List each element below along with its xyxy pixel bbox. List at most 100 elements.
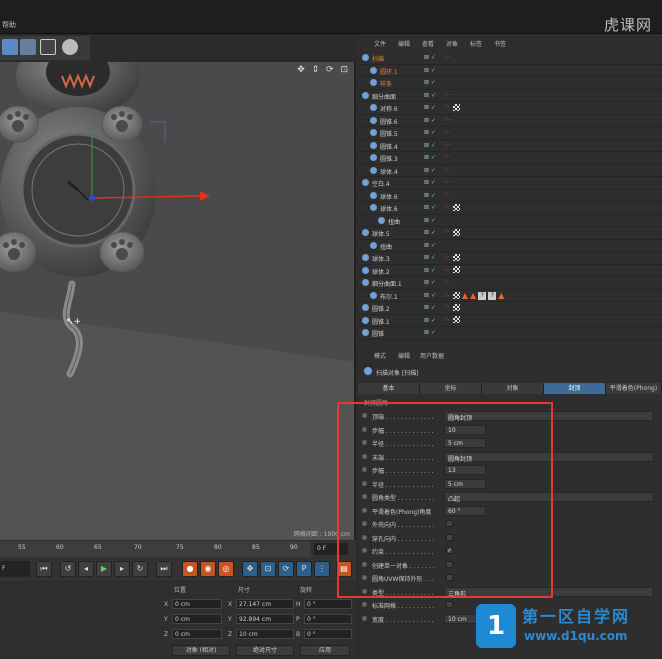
parameter-checkbox[interactable]: [446, 520, 453, 527]
object-name[interactable]: 圆锥.5: [380, 129, 398, 138]
visibility-toggles[interactable]: ⊠ ✓: [424, 67, 436, 74]
object-row[interactable]: 圆锥.2 ⊠ ✓ ⁘: [358, 302, 662, 315]
object-name[interactable]: 圆锥.2: [372, 304, 390, 313]
animate-dot-icon[interactable]: [362, 494, 367, 499]
object-name[interactable]: 细分曲面.1: [372, 279, 402, 288]
material-tag-icon[interactable]: [452, 228, 460, 236]
object-row[interactable]: 细分曲面.1 ⊠ ✓ ⁘: [358, 277, 662, 290]
object-tags[interactable]: ⁘: [444, 253, 460, 261]
object-name[interactable]: 对称.6: [380, 104, 398, 113]
animate-dot-icon[interactable]: [362, 548, 367, 553]
object-name[interactable]: 球体.6: [380, 192, 398, 201]
object-row[interactable]: 布尔.1 ⊠ ✓ ⁘ ▲ ▲?? ▲: [358, 290, 662, 302]
prev-key-icon[interactable]: ↺: [60, 561, 76, 577]
object-row[interactable]: 圆环.1 ⊠ ✓: [358, 65, 662, 77]
object-tags[interactable]: ⁘: [444, 128, 450, 136]
object-name[interactable]: 样条: [380, 79, 392, 88]
animate-dot-icon[interactable]: [362, 534, 367, 540]
visibility-toggles[interactable]: ⊠ ✓: [424, 254, 436, 261]
position-y-field[interactable]: 0 cm: [172, 614, 222, 624]
rotation-key-icon[interactable]: ⟳: [278, 561, 294, 577]
object-tags[interactable]: ⁘: [444, 191, 450, 199]
object-row[interactable]: 球体.4 ⊠ ✓ ⁘: [358, 165, 662, 177]
help-menu[interactable]: 帮助: [2, 20, 16, 30]
material-tag-icon[interactable]: [452, 316, 460, 323]
object-name[interactable]: 布尔.1: [380, 292, 398, 301]
viewport-nav-icons[interactable]: ✥ ⇕ ⟳ ⊡: [297, 65, 350, 75]
object-tags[interactable]: ⁘: [444, 141, 450, 149]
visibility-toggles[interactable]: ⊠ ✓: [424, 279, 436, 286]
animate-dot-icon[interactable]: [362, 480, 367, 486]
material-tag-icon[interactable]: [452, 266, 460, 273]
scale-key-icon[interactable]: ⊡: [260, 561, 276, 577]
object-row[interactable]: 圆锥.5 ⊠ ✓ ⁘: [358, 127, 662, 140]
object-tags[interactable]: ⁘ ▲ ▲?? ▲: [444, 291, 504, 300]
object-tags[interactable]: ⁘: [444, 116, 450, 124]
object-row[interactable]: 球体.6 ⊠ ✓ ⁘: [358, 190, 662, 202]
menu-object[interactable]: 对象: [446, 39, 458, 48]
parameter-number-field[interactable]: 5 cm: [444, 438, 486, 448]
object-tags[interactable]: ⁘: [444, 316, 460, 324]
object-tags[interactable]: ⁘: [444, 278, 450, 286]
object-name[interactable]: 扭曲: [388, 217, 400, 226]
animate-dot-icon[interactable]: [362, 467, 367, 472]
object-tags[interactable]: ⁘: [444, 203, 460, 211]
step-forward-icon[interactable]: ▸: [114, 561, 130, 577]
camera-icon[interactable]: [40, 39, 56, 55]
animate-dot-icon[interactable]: [362, 575, 367, 580]
object-row[interactable]: 球体.2 ⊠ ✓ ⁘: [358, 265, 662, 277]
parameter-number-field[interactable]: 13: [444, 465, 486, 475]
parameter-number-field[interactable]: 10: [444, 424, 486, 435]
visibility-toggles[interactable]: ⊠ ✓: [424, 104, 436, 111]
object-tags[interactable]: ⁘: [444, 103, 460, 111]
menu-edit[interactable]: 编辑: [398, 351, 410, 360]
object-tags[interactable]: ⁘: [444, 153, 450, 161]
parameter-dropdown[interactable]: 凸起: [444, 492, 654, 503]
next-key-icon[interactable]: ↻: [132, 561, 148, 577]
tab-basic[interactable]: 基本: [358, 383, 420, 394]
animate-dot-icon[interactable]: [362, 413, 367, 418]
visibility-toggles[interactable]: ⊠ ✓: [424, 267, 436, 274]
object-name[interactable]: 细分曲面: [372, 92, 396, 101]
animate-dot-icon[interactable]: [362, 588, 367, 594]
primitive-icon[interactable]: [2, 39, 18, 55]
object-tags[interactable]: ⁘: [444, 91, 450, 99]
parameter-dropdown[interactable]: 三角形: [444, 586, 654, 598]
size-mode-dropdown[interactable]: 绝对尺寸: [236, 645, 294, 656]
menu-tags[interactable]: 标签: [470, 39, 482, 48]
object-row[interactable]: 扭曲 ⊠ ✓: [358, 240, 662, 252]
tab-coord[interactable]: 坐标: [420, 383, 482, 394]
visibility-toggles[interactable]: ⊠ ✓: [424, 54, 436, 61]
object-row[interactable]: 圆锥 ⊠ ✓: [358, 327, 662, 340]
go-to-end-icon[interactable]: ⏭: [156, 561, 172, 577]
object-name[interactable]: 空白.4: [372, 179, 390, 188]
object-row[interactable]: 对称.6 ⊠ ✓ ⁘: [358, 102, 662, 115]
parameter-checkbox[interactable]: [446, 574, 453, 581]
visibility-toggles[interactable]: ⊠ ✓: [424, 204, 436, 211]
menu-view[interactable]: 查看: [422, 39, 434, 48]
rotation-b-field[interactable]: 0 °: [304, 629, 352, 639]
apply-button[interactable]: 应用: [300, 645, 350, 656]
object-tags[interactable]: ⁘: [444, 228, 460, 236]
object-row[interactable]: 样条 ⊠ ✓: [358, 77, 662, 90]
menu-mode[interactable]: 模式: [374, 351, 386, 360]
visibility-toggles[interactable]: ⊠ ✓: [424, 229, 436, 236]
visibility-toggles[interactable]: ⊠ ✓: [424, 192, 436, 199]
visibility-toggles[interactable]: ⊠ ✓: [424, 79, 436, 86]
visibility-toggles[interactable]: ⊠ ✓: [424, 129, 436, 136]
tab-phong[interactable]: 平滑着色(Phong): [606, 383, 662, 394]
3d-viewport[interactable]: ↖+ ✥ ⇕ ⟳ ⊡ 网格间距 : 1000 cm: [0, 62, 356, 540]
pla-key-icon[interactable]: ⋮: [314, 561, 330, 577]
tab-object[interactable]: 对象: [482, 383, 544, 394]
step-back-icon[interactable]: ◂: [78, 561, 94, 577]
object-name[interactable]: 圆锥.4: [380, 142, 398, 151]
parameter-number-field[interactable]: 5 cm: [444, 478, 486, 489]
material-tag-icon[interactable]: [452, 253, 460, 261]
position-x-field[interactable]: 0 cm: [172, 599, 222, 609]
visibility-toggles[interactable]: ⊠ ✓: [424, 167, 436, 174]
object-name[interactable]: 圆锥.3: [380, 154, 398, 163]
visibility-toggles[interactable]: ⊠ ✓: [424, 117, 436, 124]
material-tag-icon[interactable]: [452, 303, 460, 311]
parameter-checkbox[interactable]: [446, 601, 453, 608]
param-key-icon[interactable]: P: [296, 561, 312, 577]
